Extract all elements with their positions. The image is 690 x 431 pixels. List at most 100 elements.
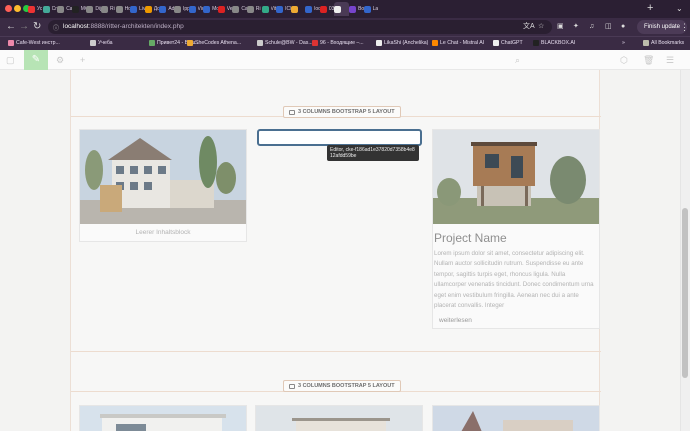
site-info-icon[interactable]: ⓘ (53, 23, 59, 32)
back-icon[interactable]: ← (6, 21, 16, 33)
bookmark-item[interactable]: Le Chat - Mistral AI (432, 40, 484, 46)
bookmark-item[interactable]: Cafe-West инстр... (8, 40, 60, 46)
address-bar[interactable]: ⓘ localhost:8888/ritter-architekten/inde… (48, 20, 552, 34)
read-more-link[interactable]: weiterlesen (439, 317, 472, 324)
tab-favicon-icon (57, 5, 65, 13)
bookmark-label: ChatGPT (501, 40, 523, 46)
bookmark-item[interactable]: Учеба (90, 40, 113, 46)
browser-tab[interactable]: Ver (217, 2, 232, 16)
browser-tab[interactable]: Ri (100, 2, 116, 16)
tab-favicon-icon (334, 5, 342, 13)
tab-favicon-icon (86, 5, 94, 13)
browser-tab[interactable]: Vit (261, 2, 276, 16)
extensions-puzzle-icon[interactable]: ✦ (573, 22, 579, 32)
browser-tab[interactable]: Ca (232, 2, 247, 16)
tab-favicon-icon (217, 5, 225, 13)
menu-icon[interactable]: ☰ (666, 54, 674, 66)
project-title: Project Name (434, 231, 507, 245)
minimize-window-button[interactable] (14, 5, 21, 12)
browser-tab[interactable]: La (363, 2, 379, 16)
browser-tab[interactable]: Ca (57, 2, 72, 16)
browser-tab[interactable]: Vic (188, 2, 203, 16)
tab-favicon-icon (71, 5, 79, 13)
tab-title: Ус (37, 6, 43, 12)
translate-icon[interactable]: 文A (523, 22, 535, 32)
tab-favicon-icon (42, 5, 50, 13)
browser-tab[interactable] (334, 2, 350, 16)
rich-text-editor[interactable] (257, 129, 422, 146)
forward-icon[interactable]: → (19, 21, 29, 33)
browser-tab[interactable]: Bo (349, 2, 364, 16)
browser-menu-icon[interactable]: ⋮ (680, 21, 689, 33)
bookmark-label: SheCodes Athena... (195, 40, 242, 46)
browser-tab[interactable]: Mo (203, 2, 218, 16)
tab-favicon-icon (188, 5, 196, 13)
tab-favicon-icon (319, 5, 327, 13)
bookmark-item[interactable]: LikaShi (Anchelika) (376, 40, 428, 46)
section-label[interactable]: 3 COLUMNS BOOTSTRAP 5 LAYOUT (283, 380, 401, 392)
tab-search-icon[interactable]: ⌄ (676, 2, 683, 16)
close-window-button[interactable] (5, 5, 12, 12)
browser-tab[interactable]: Ri (246, 2, 262, 16)
browser-tab[interactable]: ICI (276, 2, 291, 16)
gear-icon[interactable]: ⚙ (56, 54, 64, 66)
bookmark-label: Schule@BW - Das... (265, 40, 313, 46)
bookmark-item[interactable]: BLACKBOX.AI (533, 40, 575, 46)
house-photo (80, 130, 246, 224)
tab-favicon-icon (115, 5, 123, 13)
browser-tab[interactable]: MC (71, 2, 86, 16)
tab-favicon-icon (173, 5, 181, 13)
sidebar-icon[interactable]: ◫ (605, 22, 612, 32)
browser-tab[interactable]: Ipp (173, 2, 189, 16)
bookmark-item[interactable]: ChatGPT (493, 40, 523, 46)
box-icon[interactable]: ▢ (6, 54, 15, 66)
browser-tab[interactable]: loc (305, 2, 320, 16)
browser-tab[interactable]: Дс (144, 2, 159, 16)
url-text: localhost:8888/ritter-architekten/index.… (63, 23, 184, 30)
extension-icon[interactable]: ▣ (557, 22, 564, 32)
browser-tab[interactable]: 03 (319, 2, 335, 16)
layout-icon (289, 109, 295, 115)
cms-toolbar: ▢ ✎ ⚙ + ⌕ ⬡ 🗑 ☰ (0, 50, 690, 70)
browser-tab[interactable]: Liv (130, 2, 145, 16)
tab-title: Ri (109, 6, 115, 12)
bookmark-item[interactable]: 96 - Входящие –... (312, 40, 364, 46)
tab-favicon-icon (203, 5, 211, 13)
plus-icon[interactable]: + (80, 54, 85, 66)
new-tab-button[interactable]: + (647, 1, 653, 15)
bookmark-item[interactable]: Schule@BW - Das... (257, 40, 313, 46)
editor-tooltip: Editor, cke-f186ad1e37820d7358b4e812afdd… (327, 145, 419, 161)
bookmarks-overflow-button[interactable]: » (622, 40, 625, 46)
tab-favicon-icon (232, 5, 240, 13)
section-label[interactable]: 3 COLUMNS BOOTSTRAP 5 LAYOUT (283, 106, 401, 118)
browser-tab[interactable]: Ус (28, 2, 43, 16)
column-3-card[interactable] (432, 405, 600, 431)
reload-icon[interactable]: ↻ (33, 21, 41, 33)
media-icon[interactable]: ♫ (589, 22, 594, 32)
search-icon[interactable]: ⌕ (515, 54, 520, 66)
column-1-card[interactable]: Leerer Inhaltsblock (79, 129, 247, 242)
edit-mode-button[interactable]: ✎ (24, 50, 48, 70)
tab-favicon-icon (28, 5, 35, 13)
profile-icon[interactable]: ● (621, 22, 625, 32)
browser-tab[interactable]: Ho (115, 2, 130, 16)
bookmark-favicon-icon (90, 40, 96, 46)
tree-house-photo (433, 406, 599, 431)
bookmark-star-icon[interactable]: ☆ (538, 22, 544, 32)
column-1-card[interactable] (79, 405, 247, 431)
bookmark-favicon-icon (8, 40, 14, 46)
bookmark-item[interactable]: SheCodes Athena... (187, 40, 241, 46)
package-icon[interactable]: ⬡ (620, 54, 628, 66)
section-label-text: 3 COLUMNS BOOTSTRAP 5 LAYOUT (298, 109, 395, 115)
scrollbar-thumb[interactable] (682, 208, 688, 378)
all-bookmarks-button[interactable]: All Bookmarks (643, 40, 684, 46)
browser-tab[interactable]: Dij (86, 2, 101, 16)
browser-tab[interactable]: Cr (42, 2, 58, 16)
tab-favicon-icon (144, 5, 152, 13)
trash-icon[interactable]: 🗑 (643, 54, 654, 66)
wooden-house-photo (433, 130, 599, 224)
column-2-card[interactable] (255, 405, 423, 431)
browser-tab[interactable] (290, 2, 306, 16)
bookmark-favicon-icon (257, 40, 263, 46)
browser-tab[interactable]: Ad (159, 2, 174, 16)
